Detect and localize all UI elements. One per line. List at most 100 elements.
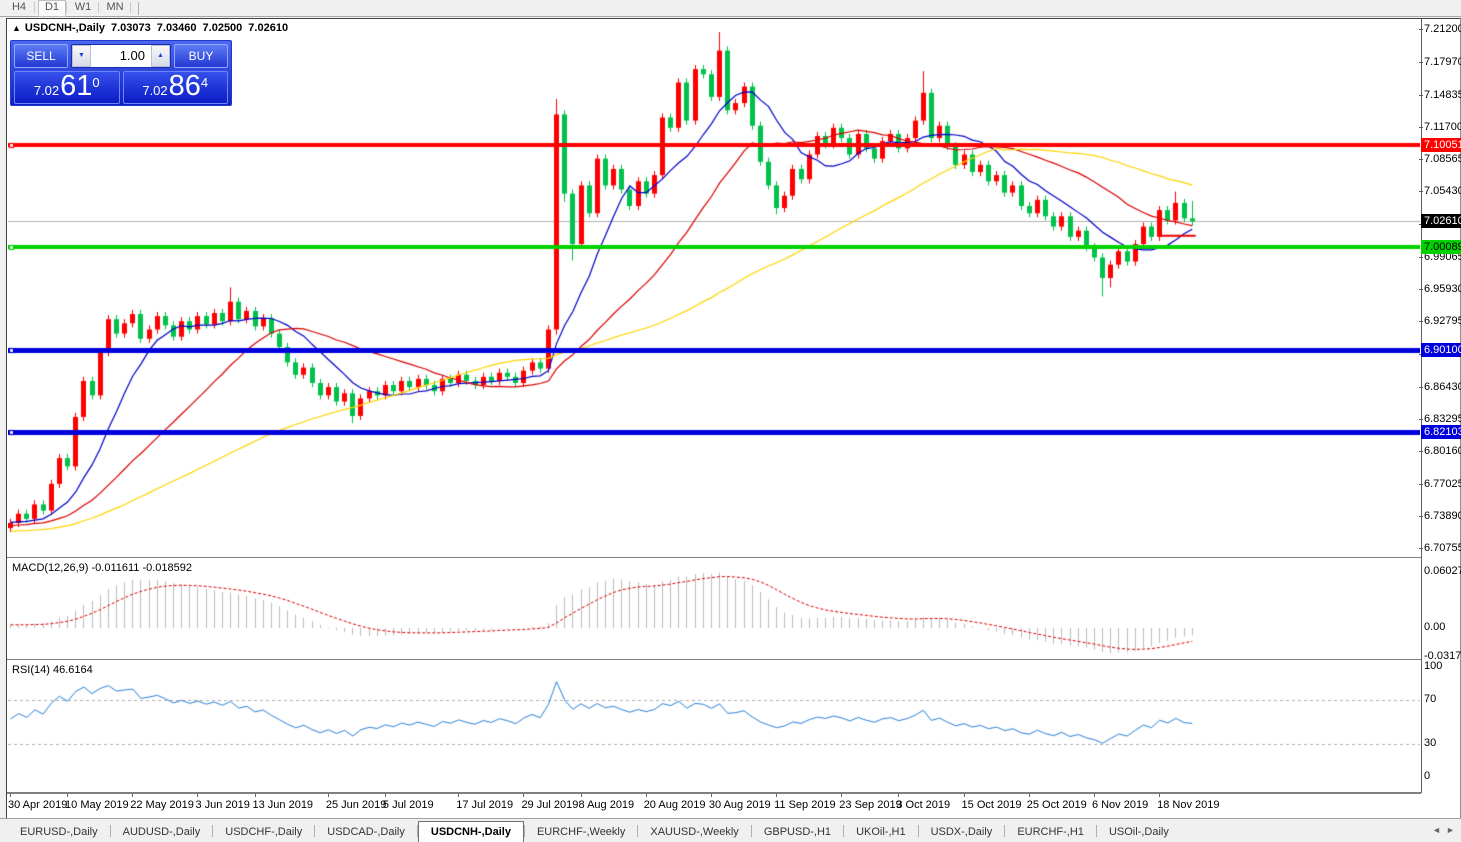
timeframe-button-w1[interactable]: W1 [70, 0, 96, 15]
sell-price-point: 0 [92, 75, 100, 90]
volume-decrease-icon[interactable]: ▼ [72, 45, 91, 67]
buy-price-pips: 86 [168, 70, 201, 102]
price-tick-mark [1419, 191, 1423, 193]
price-level-badge: 7.00089 [1421, 240, 1461, 255]
chart-tab-eurchf-h1[interactable]: EURCHF-,H1 [1005, 822, 1096, 842]
macd-pane-canvas[interactable] [8, 560, 1420, 658]
volume-spinner: ▼ 1.00 ▲ [71, 44, 171, 68]
buy-price-button[interactable]: 7.02 86 4 [122, 70, 228, 104]
price-tick-label: 6.95930 [1419, 283, 1461, 295]
date-tick-label: 13 Jun 2019 [252, 799, 314, 811]
volume-increase-icon[interactable]: ▲ [151, 45, 170, 67]
date-tick-mark [254, 794, 256, 797]
price-tick-label: 6.83295 [1419, 413, 1461, 425]
price-tick-label: 6.73890 [1419, 510, 1461, 522]
chart-tab-gbpusd-h1[interactable]: GBPUSD-,H1 [752, 822, 843, 842]
macd-main-value: -0.011611 [91, 562, 140, 574]
macd-indicator-label: MACD(12,26,9) -0.011611 -0.018592 [12, 562, 192, 574]
rsi-name: RSI(14) [12, 664, 50, 676]
price-level-badge: 7.10051 [1421, 137, 1461, 152]
ohlc-low: 7.02500 [202, 22, 243, 34]
price-tick-mark [1419, 29, 1423, 30]
chart-tab-eurusd-daily[interactable]: EURUSD-,Daily [8, 822, 110, 842]
date-tick-mark [645, 794, 647, 797]
date-tick-label: 3 Jun 2019 [195, 799, 250, 811]
date-tick-label: 25 Jun 2019 [325, 799, 387, 811]
price-tick-mark [1419, 321, 1423, 323]
chart-tab-audusd-daily[interactable]: AUDUSD-,Daily [111, 822, 213, 842]
pane-divider[interactable] [7, 557, 1421, 558]
date-tick-label: 3 Oct 2019 [896, 799, 951, 811]
sell-price-pips: 61 [60, 70, 93, 102]
date-tick-mark [197, 794, 199, 797]
sell-price-prefix: 7.02 [33, 83, 60, 98]
date-tick-mark [132, 794, 134, 797]
price-tick-mark [1419, 419, 1423, 421]
rsi-axis-label: 100 [1424, 660, 1443, 672]
timeframe-button-d1[interactable]: D1 [38, 0, 66, 17]
chart-tab-eurchf-weekly[interactable]: EURCHF-,Weekly [525, 822, 637, 842]
date-tick-mark [458, 794, 460, 797]
price-tick-label: 6.92795 [1419, 315, 1461, 327]
timeframe-button-mn[interactable]: MN [102, 0, 128, 15]
chart-tab-usdx-daily[interactable]: USDX-,Daily [919, 822, 1005, 842]
timeframe-toolbar: H4 D1 W1 MN [0, 0, 1461, 17]
buy-button[interactable]: BUY [174, 44, 228, 68]
chart-tab-usdcnh-daily[interactable]: USDCNH-,Daily [417, 821, 524, 842]
price-axis-separator [1421, 19, 1422, 793]
date-tick-label: 18 Nov 2019 [1157, 799, 1220, 811]
timeframe-button-h4[interactable]: H4 [6, 0, 32, 15]
chart-tab-usoil-daily[interactable]: USOil-,Daily [1097, 822, 1181, 842]
date-tick-label: 10 May 2019 [65, 799, 129, 811]
toolbar-separator [130, 2, 131, 13]
tab-scroll-right-icon[interactable]: ► [1446, 825, 1455, 835]
date-tick-label: 11 Sep 2019 [774, 799, 836, 811]
date-axis: 30 Apr 2019 10 May 2019 22 May 2019 3 Jun 2… [7, 793, 1421, 819]
date-tick-mark [710, 794, 712, 797]
pane-divider[interactable] [7, 792, 1421, 793]
price-tick-mark [1419, 62, 1423, 64]
price-tick-mark [1419, 386, 1423, 388]
chart-tab-usdchf-daily[interactable]: USDCHF-,Daily [213, 822, 314, 842]
price-tick-label: 6.80160 [1419, 445, 1461, 457]
symbol-period-label: USDCNH-,Daily [24, 22, 105, 34]
one-click-trading-panel: SELL ▼ 1.00 ▲ BUY 7.02 61 0 7.02 86 4 [10, 40, 232, 106]
sell-price-button[interactable]: 7.02 61 0 [14, 71, 120, 104]
price-tick-label: 7.11700 [1419, 121, 1461, 133]
buy-price-prefix: 7.02 [142, 83, 168, 98]
volume-value[interactable]: 1.00 [91, 45, 151, 67]
date-tick-mark [523, 794, 525, 797]
tab-scroll-left-icon[interactable]: ◄ [1432, 825, 1441, 835]
rsi-axis-label: 70 [1424, 693, 1437, 705]
rsi-indicator-label: RSI(14) 46.6164 [12, 664, 93, 676]
ohlc-high: 7.03460 [156, 22, 197, 34]
sell-button[interactable]: SELL [14, 44, 68, 68]
date-tick-label: 30 Aug 2019 [708, 799, 771, 811]
toolbar-separator [34, 2, 35, 13]
price-tick-label: 6.77025 [1419, 478, 1461, 490]
chart-tab-xauusd-weekly[interactable]: XAUUSD-,Weekly [638, 822, 750, 842]
price-tick-mark [1419, 451, 1423, 453]
toolbar-separator [66, 2, 67, 13]
price-tick-mark [1419, 126, 1423, 128]
price-tick-label: 6.70755 [1419, 542, 1461, 554]
chart-tab-ukoil-h1[interactable]: UKOil-,H1 [844, 822, 918, 842]
rsi-pane-canvas[interactable] [8, 662, 1420, 792]
macd-signal-value: -0.018592 [142, 562, 193, 574]
price-tick-mark [1419, 289, 1423, 291]
date-tick-label: 25 Oct 2019 [1026, 799, 1087, 811]
ohlc-close: 7.02610 [248, 22, 289, 34]
macd-name: MACD(12,26,9) [12, 562, 89, 574]
date-tick-label: 8 Aug 2019 [578, 799, 635, 811]
collapse-panel-icon[interactable]: ▲ [12, 23, 21, 33]
date-tick-mark [963, 794, 965, 797]
date-tick-mark [898, 794, 900, 797]
date-tick-label: 23 Sep 2019 [839, 799, 902, 811]
date-tick-mark [1028, 794, 1030, 797]
pane-divider[interactable] [7, 659, 1421, 660]
price-tick-label: 7.05430 [1419, 185, 1461, 197]
price-tick-label: 7.08565 [1419, 153, 1461, 165]
chart-tab-usdcad-daily[interactable]: USDCAD-,Daily [315, 822, 417, 842]
macd-axis-label: 0.060273 [1424, 565, 1461, 577]
date-tick-label: 20 Aug 2019 [643, 799, 706, 811]
